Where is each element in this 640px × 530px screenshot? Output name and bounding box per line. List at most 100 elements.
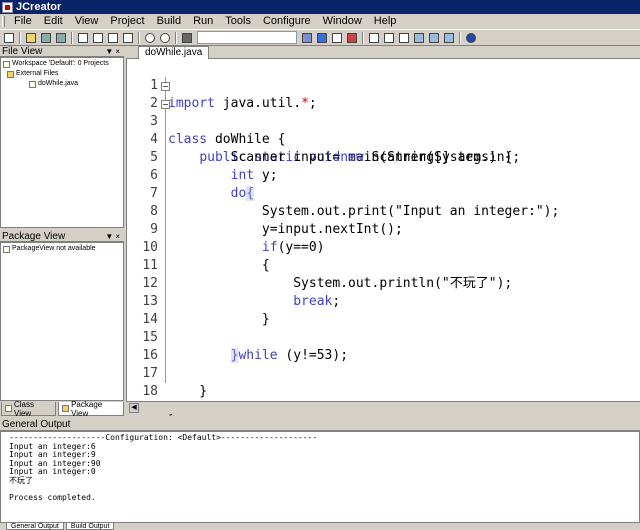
arrow-right-icon	[399, 32, 409, 43]
code-line: 5 int y;	[127, 131, 640, 183]
code-line: 11 System.out.println("不玩了");	[127, 239, 640, 291]
code-line: 13 }	[127, 275, 640, 327]
package-view-panel: Package View ▼× PackageView not availabl…	[0, 231, 124, 401]
right-arrow-button[interactable]	[397, 31, 411, 44]
menu-build[interactable]: Build	[151, 15, 187, 28]
tab-label: Class View	[14, 399, 35, 418]
new-file-button[interactable]	[2, 31, 16, 44]
tree-item-label: External Files	[16, 70, 59, 77]
toolbar-separator	[71, 31, 73, 44]
tree-item-dowhile-java[interactable]: doWhile.java	[3, 79, 121, 89]
help-button[interactable]	[464, 31, 478, 44]
output-line: Input an integer:6	[9, 441, 96, 451]
general-output-console[interactable]: --------------------Configuration: <Defa…	[0, 431, 640, 523]
save-button[interactable]	[39, 31, 53, 44]
code-line: 1 import java.util.*;	[127, 59, 640, 111]
package-view-icon	[62, 405, 70, 412]
scroll-left-icon[interactable]: ◀	[129, 403, 139, 413]
tree-item-workspace[interactable]: Workspace 'Default': 0 Projects	[3, 59, 121, 69]
stop-button[interactable]	[345, 31, 359, 44]
file-view-tree: Workspace 'Default': 0 Projects External…	[0, 57, 124, 228]
class-view-icon	[5, 405, 12, 412]
menu-edit[interactable]: Edit	[38, 15, 69, 28]
step-icon	[332, 32, 342, 43]
hammer-icon	[369, 32, 379, 43]
undo-icon	[145, 32, 155, 43]
tree-item-external-files[interactable]: External Files	[3, 69, 121, 79]
menu-run[interactable]: Run	[187, 15, 219, 28]
fold-toggle[interactable]: −	[161, 82, 170, 91]
tab-label: Package View	[71, 399, 103, 418]
redo-button[interactable]	[158, 31, 172, 44]
new-file-icon	[4, 32, 14, 43]
fold-toggle[interactable]: −	[161, 100, 170, 109]
tool-button[interactable]	[367, 31, 381, 44]
cut-button[interactable]	[91, 31, 105, 44]
code-line: 10 {	[127, 221, 640, 273]
output-line: ​	[9, 486, 631, 495]
tree-item-label: Workspace 'Default': 0 Projects	[12, 60, 109, 67]
title-bar: JCreator	[0, 0, 640, 14]
tab-class-view[interactable]: Class View	[1, 399, 57, 418]
copy-button[interactable]	[106, 31, 120, 44]
window-icon	[414, 32, 424, 43]
menu-project[interactable]: Project	[104, 15, 150, 28]
left-panel-tabs: Class View Package View	[0, 399, 124, 418]
editor-horizontal-scrollbar[interactable]: ◀	[126, 401, 640, 414]
find-combo[interactable]	[197, 31, 297, 44]
undo-button[interactable]	[143, 31, 157, 44]
jcreator-app-icon	[2, 1, 13, 13]
window-button[interactable]	[412, 31, 426, 44]
open-button[interactable]	[24, 31, 38, 44]
code-editor[interactable]: 1 import java.util.*; 2 − class doWhile …	[126, 59, 640, 417]
menubar-grip[interactable]	[2, 16, 5, 27]
menu-bar: File Edit View Project Build Run Tools C…	[0, 14, 640, 29]
paste-button[interactable]	[121, 31, 135, 44]
arrow-left-icon	[384, 32, 394, 43]
panel-controls[interactable]: ▼×	[105, 232, 122, 241]
menu-tools[interactable]: Tools	[219, 15, 257, 28]
window-icon	[429, 32, 439, 43]
left-arrow-button[interactable]	[382, 31, 396, 44]
code-line: 6 do{	[127, 149, 640, 201]
find-button[interactable]	[180, 31, 194, 44]
window-button-3[interactable]	[442, 31, 456, 44]
output-line: Input an integer:90	[9, 458, 101, 468]
tab-dowhile-java[interactable]: doWhile.java	[138, 46, 210, 59]
print-icon	[78, 32, 88, 43]
window-icon	[444, 32, 454, 43]
tab-package-view[interactable]: Package View	[58, 399, 124, 418]
menu-help[interactable]: Help	[368, 15, 403, 28]
window-button-2[interactable]	[427, 31, 441, 44]
output-line: 不玩了	[9, 475, 33, 485]
output-tabs: General Output Build Output	[0, 523, 640, 530]
menu-file[interactable]: File	[8, 15, 38, 28]
scissors-icon	[93, 32, 103, 43]
package-view-title: Package View	[2, 230, 66, 242]
run-button[interactable]	[315, 31, 329, 44]
output-line: Input an integer:0	[9, 467, 96, 477]
code-line: 16	[127, 329, 640, 363]
tab-general-output[interactable]: General Output	[6, 523, 64, 530]
copy-icon	[108, 32, 118, 43]
code-line: 17 }	[127, 347, 640, 399]
compile-icon	[302, 32, 312, 43]
step-button[interactable]	[330, 31, 344, 44]
menu-window[interactable]: Window	[317, 15, 368, 28]
tab-build-output[interactable]: Build Output	[65, 523, 115, 530]
panel-controls[interactable]: ▼×	[105, 47, 122, 56]
output-line: Input an integer:9	[9, 450, 96, 460]
menu-configure[interactable]: Configure	[257, 15, 317, 28]
file-view-header: File View ▼×	[0, 46, 124, 57]
code-line: 3 − public static void main(String[] arg…	[127, 95, 640, 165]
save-all-button[interactable]	[54, 31, 68, 44]
toolbar-separator	[138, 31, 140, 44]
code-line: 15 }while (y!=53);	[127, 311, 640, 363]
save-icon	[41, 32, 51, 43]
output-line: Process completed.	[9, 493, 96, 503]
compile-button[interactable]	[300, 31, 314, 44]
package-icon	[3, 245, 10, 253]
menu-view[interactable]: View	[69, 15, 105, 28]
print-button[interactable]	[76, 31, 90, 44]
tree-item-package-na[interactable]: PackageView not available	[3, 244, 121, 254]
